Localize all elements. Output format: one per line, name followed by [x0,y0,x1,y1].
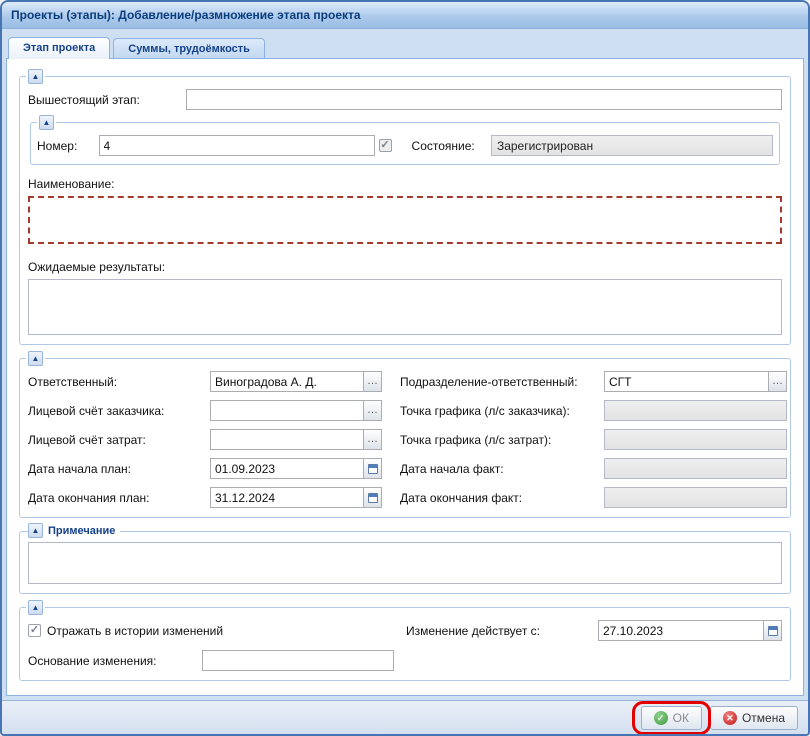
expected-results-textarea[interactable] [28,279,782,335]
fieldset-details: ▲ Ответственный: … Подразделение-ответст… [19,358,791,518]
history-checkbox-label: Отражать в истории изменений [47,624,223,638]
change-effective-calendar-button[interactable] [764,620,782,641]
name-label-row: Наименование: [28,175,782,193]
parent-stage-label: Вышестоящий этап: [28,93,186,107]
ok-button-wrapper: ✓ ОК [641,706,702,730]
fieldset-note: ▲ Примечание [19,531,791,594]
name-label: Наименование: [28,177,115,191]
cancel-button-label: Отмена [742,711,785,725]
responsible-lookup-button[interactable]: … [364,371,382,392]
fieldset-main: ▲ Вышестоящий этап: ▲ Номер: [19,76,791,345]
fieldset-number-state: ▲ Номер: ✓ Состояние: Зарегистрирован [30,122,780,165]
state-label: Состояние: [412,139,491,153]
ellipsis-icon: … [367,405,378,416]
number-label: Номер: [37,139,99,153]
change-effective-label: Изменение действует с: [406,624,598,638]
cost-account-lookup-button[interactable]: … [364,429,382,450]
footer-toolbar: ✓ ОК ✕ Отмена [2,700,808,734]
department-lookup-button[interactable]: … [769,371,787,392]
calendar-icon [368,464,378,474]
calendar-icon [368,493,378,503]
cancel-button[interactable]: ✕ Отмена [710,706,798,730]
number-lock-checkbox[interactable]: ✓ [379,139,392,152]
end-date-plan-calendar-button[interactable] [364,487,382,508]
ok-check-icon: ✓ [654,711,668,725]
history-row: ✓ Отражать в истории изменений Изменение… [28,620,782,641]
ellipsis-icon: … [772,376,783,387]
tab-panel-project-stage: ▲ Вышестоящий этап: ▲ Номер: [6,58,804,696]
collapse-icon[interactable]: ▲ [39,115,54,130]
start-date-plan-input[interactable] [210,458,364,479]
end-date-plan-input[interactable] [210,487,364,508]
collapse-icon[interactable]: ▲ [28,600,43,615]
fieldset-change-history: ▲ ✓ Отражать в истории изменений Изменен… [19,607,791,681]
start-date-fact-label: Дата начала факт: [382,462,604,476]
end-date-fact-readonly [604,487,787,508]
schedule-point-cost-label: Точка графика (л/с затрат): [382,433,604,447]
collapse-icon[interactable]: ▲ [28,351,43,366]
change-effective-input[interactable] [598,620,764,641]
state-value-readonly: Зарегистрирован [491,135,773,156]
collapse-icon[interactable]: ▲ [28,69,43,84]
schedule-point-customer-readonly [604,400,787,421]
responsible-input[interactable] [210,371,364,392]
end-date-fact-label: Дата окончания факт: [382,491,604,505]
start-date-plan-label: Дата начала план: [28,462,210,476]
start-date-fact-readonly [604,458,787,479]
collapse-icon[interactable]: ▲ [28,523,43,538]
tab-label: Этап проекта [23,42,95,54]
cost-account-label: Лицевой счёт затрат: [28,433,210,447]
change-reason-label: Основание изменения: [28,654,202,668]
schedule-point-cost-readonly [604,429,787,450]
note-legend-label: Примечание [48,525,115,537]
ok-button[interactable]: ✓ ОК [641,706,702,730]
expected-results-label: Ожидаемые результаты: [28,260,165,274]
customer-account-label: Лицевой счёт заказчика: [28,404,210,418]
tab-strip: Этап проекта Суммы, трудоёмкость [6,33,804,58]
tab-label: Суммы, трудоёмкость [128,43,250,55]
note-textarea[interactable] [28,542,782,584]
ellipsis-icon: … [367,434,378,445]
department-label: Подразделение-ответственный: [382,375,604,389]
check-icon: ✓ [380,140,389,151]
change-reason-input[interactable] [202,650,394,671]
customer-account-input[interactable] [210,400,364,421]
department-input[interactable] [604,371,769,392]
check-icon: ✓ [30,625,39,636]
window-title: Проекты (этапы): Добавление/размножение … [11,8,361,22]
end-date-plan-label: Дата окончания план: [28,491,210,505]
ok-button-label: ОК [673,711,689,725]
details-grid: Ответственный: … Подразделение-ответстве… [28,371,782,508]
number-state-row: Номер: ✓ Состояние: Зарегистрирован [37,135,773,156]
expected-results-label-row: Ожидаемые результаты: [28,258,782,276]
parent-stage-input[interactable] [186,89,782,110]
tab-sums-labor[interactable]: Суммы, трудоёмкость [113,38,265,59]
dialog-window: Проекты (этапы): Добавление/размножение … [0,0,810,736]
note-legend: ▲ Примечание [28,523,120,538]
name-textarea-invalid[interactable] [28,196,782,244]
tab-project-stage[interactable]: Этап проекта [8,37,110,59]
window-titlebar[interactable]: Проекты (этапы): Добавление/размножение … [2,2,808,29]
history-checkbox[interactable]: ✓ [28,624,41,637]
cost-account-input[interactable] [210,429,364,450]
calendar-icon [768,626,778,636]
number-input[interactable] [99,135,375,156]
cancel-x-icon: ✕ [723,711,737,725]
ellipsis-icon: … [367,376,378,387]
customer-account-lookup-button[interactable]: … [364,400,382,421]
change-reason-row: Основание изменения: [28,650,782,671]
schedule-point-customer-label: Точка графика (л/с заказчика): [382,404,604,418]
start-date-plan-calendar-button[interactable] [364,458,382,479]
responsible-label: Ответственный: [28,375,210,389]
parent-stage-row: Вышестоящий этап: [28,89,782,110]
window-body: Этап проекта Суммы, трудоёмкость ▲ Вышес… [2,29,808,700]
